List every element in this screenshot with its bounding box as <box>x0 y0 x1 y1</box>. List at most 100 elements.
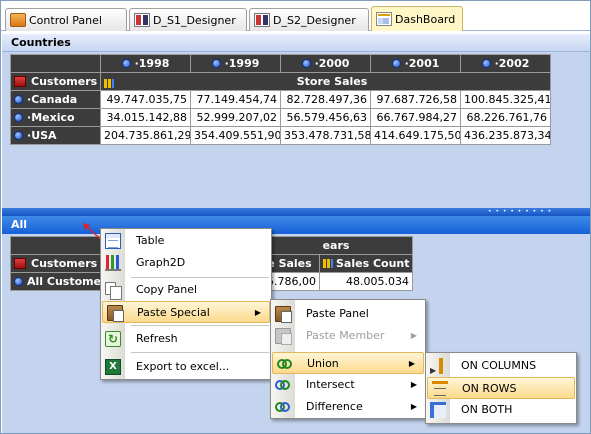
cell[interactable]: 48.005.034 <box>318 272 414 291</box>
cell[interactable]: 97.687.726,58 <box>370 90 461 109</box>
cell[interactable]: 414.649.175,50 <box>370 126 461 145</box>
tab-label: D_S2_Designer <box>273 13 356 27</box>
tab-d-s1-designer[interactable]: D_S1_Designer <box>129 8 247 31</box>
row-header-all-customers[interactable]: All Customers <box>10 272 103 291</box>
tab-bar: Control Panel D_S1_Designer D_S2_Designe… <box>1 1 590 31</box>
columns-icon <box>430 358 446 382</box>
panel-title-countries[interactable]: Countries <box>2 34 590 52</box>
graph2d-icon <box>105 255 121 271</box>
table-row: ·USA 204.735.861,29 354.409.551,90 353.4… <box>10 126 551 145</box>
paste-special-submenu: Paste Panel Paste Member ▶ Union ▶ Inter… <box>270 299 426 419</box>
menu-separator <box>131 325 269 326</box>
cell[interactable]: 34.015.142,88 <box>100 108 191 127</box>
submenu-arrow-icon: ▶ <box>410 380 417 389</box>
cell[interactable]: 82.728.497,36 <box>280 90 371 109</box>
excel-icon: X <box>105 359 121 375</box>
menu-item-paste-panel[interactable]: Paste Panel <box>271 303 425 325</box>
designer-icon <box>134 13 150 27</box>
expand-icon <box>121 59 131 68</box>
row-dimension-header[interactable]: Customers <box>10 72 101 91</box>
menu-item-table[interactable]: Table <box>101 230 271 252</box>
year-header-2000[interactable]: ·2000 <box>280 54 371 73</box>
dimension-cube-icon <box>14 258 26 269</box>
cell[interactable]: 354.409.551,90 <box>190 126 281 145</box>
expand-icon <box>14 95 23 104</box>
tab-d-s2-designer[interactable]: D_S2_Designer <box>249 8 369 31</box>
menu-item-union[interactable]: Union ▶ <box>272 352 424 374</box>
dimension-cube-icon <box>14 76 26 87</box>
row-header-canada[interactable]: ·Canada <box>10 90 101 109</box>
rows-icon <box>432 381 448 397</box>
menu-item-copy-panel[interactable]: Copy Panel <box>101 279 271 301</box>
cell[interactable]: 353.478.731,58 <box>280 126 371 145</box>
paste-icon <box>275 306 292 323</box>
year-header-1998[interactable]: ·1998 <box>100 54 191 73</box>
paste-icon <box>107 305 124 322</box>
intersect-icon <box>275 377 291 393</box>
cell[interactable]: 77.149.454,74 <box>190 90 281 109</box>
row-header-usa[interactable]: ·USA <box>10 126 101 145</box>
menu-item-paste-special[interactable]: Paste Special ▶ <box>102 301 270 323</box>
countries-panel: ·1998 ·1999 ·2000 ·2001 ·2002 Customers … <box>2 52 590 208</box>
year-header-2001[interactable]: ·2001 <box>370 54 461 73</box>
sales-count-header[interactable]: Sales Count <box>318 254 414 273</box>
expand-icon <box>301 59 311 68</box>
expand-icon <box>211 59 221 68</box>
menu-item-on-rows[interactable]: ON ROWS <box>427 377 575 399</box>
both-icon <box>430 402 446 418</box>
menu-separator <box>131 277 269 278</box>
year-header-1999[interactable]: ·1999 <box>190 54 281 73</box>
menu-item-graph2d[interactable]: Graph2D <box>101 252 271 274</box>
cell[interactable]: 68.226.761,76 <box>460 108 551 127</box>
submenu-arrow-icon: ▶ <box>410 402 417 411</box>
row-dimension-header[interactable]: Customers <box>10 254 103 273</box>
menu-item-intersect[interactable]: Intersect ▶ <box>271 374 425 396</box>
measure-header[interactable]: Store Sales <box>100 72 551 91</box>
union-submenu: ON COLUMNS ON ROWS ON BOTH <box>425 352 577 424</box>
union-icon <box>277 356 293 372</box>
expand-icon <box>14 131 23 140</box>
menu-item-paste-member: Paste Member ▶ <box>271 325 425 347</box>
menu-separator <box>131 352 269 353</box>
splitter-grip-icon: • • • • • • • • • <box>488 208 553 215</box>
menu-item-difference[interactable]: Difference ▶ <box>271 396 425 418</box>
cell[interactable]: 52.999.207,02 <box>190 108 281 127</box>
paste-icon <box>275 328 292 345</box>
cell[interactable]: 56.579.456,63 <box>280 108 371 127</box>
cell[interactable]: 66.767.984,27 <box>370 108 461 127</box>
grid-corner <box>10 54 101 73</box>
tab-label: Control Panel <box>29 13 102 27</box>
cell[interactable]: 436.235.873,34 <box>460 126 551 145</box>
tab-label: DashBoard <box>395 12 456 26</box>
measure-bars-icon <box>323 259 333 268</box>
menu-item-refresh[interactable]: ↻ Refresh <box>101 328 271 350</box>
panel-splitter[interactable]: • • • • • • • • • <box>2 208 590 216</box>
tab-control-panel[interactable]: Control Panel <box>5 8 127 31</box>
cell[interactable]: 100.845.325,41 <box>460 90 551 109</box>
cell[interactable]: 204.735.861,29 <box>100 126 191 145</box>
expand-icon <box>14 113 23 122</box>
year-header-2002[interactable]: ·2002 <box>460 54 551 73</box>
years-header[interactable]: ears <box>258 236 414 255</box>
copy-icon <box>105 282 122 300</box>
menu-item-on-both[interactable]: ON BOTH <box>426 399 576 421</box>
menu-item-export-excel[interactable]: X Export to excel... <box>101 356 271 378</box>
table-row: ·Mexico 34.015.142,88 52.999.207,02 56.5… <box>10 108 551 127</box>
cell[interactable]: 49.747.035,75 <box>100 90 191 109</box>
measure-bars-icon <box>104 79 114 88</box>
submenu-arrow-icon: ▶ <box>254 308 261 317</box>
expand-icon <box>14 277 23 286</box>
tab-label: D_S1_Designer <box>153 13 236 27</box>
submenu-arrow-icon: ▶ <box>408 359 415 368</box>
table-row: ·Canada 49.747.035,75 77.149.454,74 82.7… <box>10 90 551 109</box>
dashboard-icon <box>376 12 392 26</box>
tab-dashboard[interactable]: DashBoard <box>371 6 463 31</box>
countries-pivot-grid: ·1998 ·1999 ·2000 ·2001 ·2002 Customers … <box>10 54 551 145</box>
difference-icon <box>275 399 291 415</box>
refresh-icon: ↻ <box>105 331 121 347</box>
menu-item-on-columns[interactable]: ON COLUMNS <box>426 355 576 382</box>
expand-icon <box>481 59 491 68</box>
row-header-mexico[interactable]: ·Mexico <box>10 108 101 127</box>
designer-icon <box>254 13 270 27</box>
dashboard-window: Control Panel D_S1_Designer D_S2_Designe… <box>0 0 591 434</box>
